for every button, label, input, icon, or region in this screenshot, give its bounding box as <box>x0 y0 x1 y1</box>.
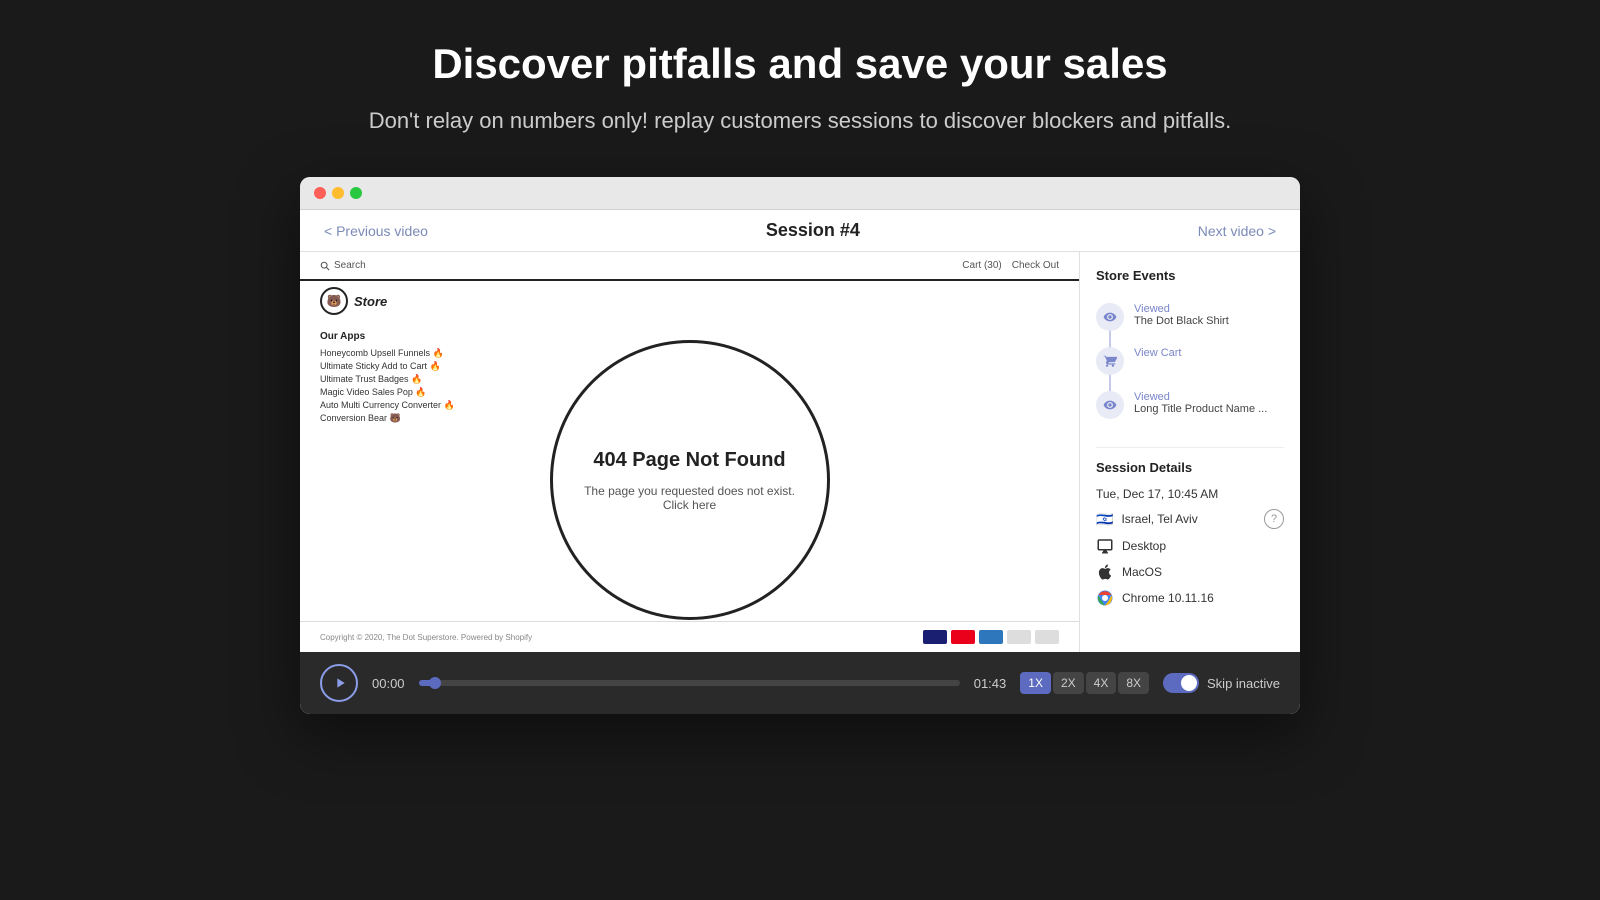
info-icon[interactable]: ? <box>1264 509 1284 529</box>
flag-icon: 🇮🇱 <box>1096 511 1113 528</box>
apple-icon <box>1096 563 1114 581</box>
session-date: Tue, Dec 17, 10:45 AM <box>1096 487 1218 501</box>
session-browser: Chrome 10.11.16 <box>1122 591 1214 605</box>
speed-4x-button[interactable]: 4X <box>1086 672 1117 694</box>
next-video-link[interactable]: Next video > <box>1198 223 1276 239</box>
sidebar: Store Events Viewed The Dot Black Shirt <box>1080 252 1300 652</box>
toggle-knob <box>1181 675 1197 691</box>
maximize-button-icon[interactable] <box>350 187 362 199</box>
prev-video-link[interactable]: < Previous video <box>324 223 428 239</box>
store-logo-icon: 🐻 <box>320 287 348 315</box>
store-cart: Cart (30) Check Out <box>962 260 1059 271</box>
session-location-row: 🇮🇱 Israel, Tel Aviv ? <box>1096 509 1284 529</box>
footer-copyright: Copyright © 2020, The Dot Superstore. Po… <box>320 633 532 642</box>
event-list: Viewed The Dot Black Shirt View Cart <box>1096 295 1284 427</box>
store-page: Search Cart (30) Check Out 🐻 Store 404 <box>300 252 1079 652</box>
time-end: 01:43 <box>974 676 1007 691</box>
divider <box>1096 447 1284 448</box>
search-label: Search <box>334 260 366 271</box>
skip-inactive-toggle[interactable] <box>1163 673 1199 693</box>
payment-icon-4 <box>1007 630 1031 644</box>
amex-icon <box>979 630 1003 644</box>
skip-label: Skip inactive <box>1207 676 1280 691</box>
event-label: Viewed <box>1134 303 1229 315</box>
desktop-icon <box>1096 537 1114 555</box>
page-subtitle: Don't relay on numbers only! replay cust… <box>369 104 1232 137</box>
store-footer: Copyright © 2020, The Dot Superstore. Po… <box>300 621 1079 652</box>
play-button[interactable] <box>320 664 358 702</box>
footer-payments <box>923 630 1059 644</box>
event-label: View Cart <box>1134 347 1181 359</box>
mastercard-icon <box>951 630 975 644</box>
minimize-button-icon[interactable] <box>332 187 344 199</box>
time-current: 00:00 <box>372 676 405 691</box>
event-detail: The Dot Black Shirt <box>1134 315 1229 327</box>
checkout-label: Check Out <box>1012 260 1059 271</box>
session-browser-row: Chrome 10.11.16 <box>1096 589 1284 607</box>
eye-icon <box>1096 303 1124 331</box>
progress-bar[interactable] <box>419 680 960 686</box>
cart-icon <box>1096 347 1124 375</box>
session-title: Session #4 <box>766 220 860 241</box>
event-detail: Long Title Product Name ... <box>1134 403 1267 415</box>
store-header: Search Cart (30) Check Out <box>300 252 1079 281</box>
session-location: Israel, Tel Aviv <box>1121 512 1197 526</box>
session-device: Desktop <box>1122 539 1166 553</box>
playback-controls: 00:00 01:43 1X 2X 4X 8X Skip inactive <box>300 652 1300 714</box>
progress-dot <box>429 677 441 689</box>
session-nav: < Previous video Session #4 Next video > <box>300 210 1300 252</box>
payment-icon-5 <box>1035 630 1059 644</box>
event-text: View Cart <box>1134 347 1181 359</box>
close-button-icon[interactable] <box>314 187 326 199</box>
browser-window: < Previous video Session #4 Next video >… <box>300 177 1300 714</box>
error-404-title: 404 Page Not Found <box>593 449 785 472</box>
header-section: Discover pitfalls and save your sales Do… <box>349 0 1252 157</box>
store-search: Search <box>320 260 366 271</box>
page-title: Discover pitfalls and save your sales <box>369 40 1232 88</box>
session-device-row: Desktop <box>1096 537 1284 555</box>
store-logo-text: Store <box>354 294 387 309</box>
store-events-title: Store Events <box>1096 268 1284 283</box>
speed-1x-button[interactable]: 1X <box>1020 672 1051 694</box>
chrome-icon <box>1096 589 1114 607</box>
event-item: Viewed The Dot Black Shirt <box>1096 295 1284 339</box>
event-text: Viewed The Dot Black Shirt <box>1134 303 1229 327</box>
speed-8x-button[interactable]: 8X <box>1118 672 1149 694</box>
event-text: Viewed Long Title Product Name ... <box>1134 391 1267 415</box>
browser-content: < Previous video Session #4 Next video >… <box>300 210 1300 714</box>
speed-controls: 1X 2X 4X 8X <box>1020 672 1149 694</box>
visa-icon <box>923 630 947 644</box>
event-label: Viewed <box>1134 391 1267 403</box>
event-item: Viewed Long Title Product Name ... <box>1096 383 1284 427</box>
eye-icon-2 <box>1096 391 1124 419</box>
session-details-title: Session Details <box>1096 460 1284 475</box>
replay-area: Search Cart (30) Check Out 🐻 Store 404 <box>300 252 1080 652</box>
error-404-text: The page you requested does not exist. C… <box>573 484 807 512</box>
speed-2x-button[interactable]: 2X <box>1053 672 1084 694</box>
browser-titlebar <box>300 177 1300 210</box>
store-logo-area: 🐻 Store <box>300 281 1079 321</box>
error-circle-overlay: 404 Page Not Found The page you requeste… <box>550 340 830 620</box>
session-os: MacOS <box>1122 565 1162 579</box>
session-os-row: MacOS <box>1096 563 1284 581</box>
event-item: View Cart <box>1096 339 1284 383</box>
session-date-row: Tue, Dec 17, 10:45 AM <box>1096 487 1284 501</box>
main-area: Search Cart (30) Check Out 🐻 Store 404 <box>300 252 1300 652</box>
skip-toggle: Skip inactive <box>1163 673 1280 693</box>
cart-label: Cart (30) <box>962 260 1001 271</box>
